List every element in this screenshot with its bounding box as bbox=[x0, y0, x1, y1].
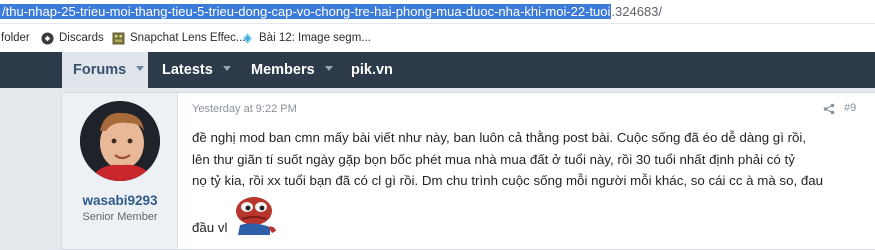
avatar[interactable] bbox=[80, 101, 160, 181]
nav-tab-label: Members bbox=[251, 62, 315, 78]
nav-tab-label: Forums bbox=[73, 62, 127, 78]
url-rest-text: .324683/ bbox=[611, 4, 663, 19]
post-user-panel: wasabi9293 Senior Member bbox=[62, 93, 178, 249]
post-text-line: đề nghị mod ban cmn mấy bài viết như này… bbox=[192, 130, 807, 145]
pepe-emoji-icon bbox=[236, 197, 276, 235]
nav-tab-pik[interactable]: pik.vn bbox=[351, 52, 393, 88]
bookmark-label: Snapchat Lens Effec... bbox=[130, 32, 246, 44]
bookmark-label: Discards bbox=[59, 32, 104, 44]
discards-icon bbox=[41, 31, 54, 45]
post-text-line: lên thư giãn tí suốt ngày gặp bọn bốc ph… bbox=[192, 151, 795, 167]
nav-tab-label: Latests bbox=[162, 62, 213, 78]
user-title: Senior Member bbox=[82, 211, 158, 223]
post-timestamp[interactable]: Yesterday at 9:22 PM bbox=[192, 103, 297, 115]
bookmarks-bar: folder Discards Snapchat Lens Effec... B… bbox=[0, 24, 875, 52]
bookmark-folder[interactable]: folder bbox=[1, 29, 30, 47]
avatar-image bbox=[80, 101, 160, 181]
post-number[interactable]: #9 bbox=[844, 102, 856, 114]
bookmark-discards[interactable]: Discards bbox=[41, 29, 104, 47]
chevron-down-icon[interactable] bbox=[324, 66, 333, 71]
url-selected-text: /thu-nhap-25-trieu-moi-thang-tieu-5-trie… bbox=[0, 4, 612, 19]
post-body: đề nghị mod ban cmn mấy bài viết như này… bbox=[192, 127, 872, 192]
url-text[interactable]: /thu-nhap-25-trieu-moi-thang-tieu-5-trie… bbox=[0, 3, 662, 21]
share-icon[interactable] bbox=[823, 103, 835, 115]
chevron-down-icon[interactable] bbox=[222, 66, 231, 71]
nav-tab-forums[interactable]: Forums bbox=[62, 52, 148, 88]
snapchat-lens-icon bbox=[112, 31, 125, 45]
post-text-line: đầu vl bbox=[192, 220, 228, 235]
username[interactable]: wasabi9293 bbox=[62, 193, 178, 208]
address-bar[interactable]: /thu-nhap-25-trieu-moi-thang-tieu-5-trie… bbox=[0, 0, 875, 24]
post-message: wasabi9293 Senior Member Yesterday at 9:… bbox=[61, 92, 875, 250]
nav-tab-label: pik.vn bbox=[351, 62, 393, 78]
chevron-down-icon[interactable] bbox=[136, 66, 145, 71]
post-last-line: đầu vl bbox=[192, 191, 492, 239]
post-text-line: nọ tỷ kia, rồi xx tuổi bạn đã có cl gì r… bbox=[192, 173, 824, 188]
nav-tab-latests[interactable]: Latests bbox=[162, 52, 231, 88]
bookmark-snapchat-lens[interactable]: Snapchat Lens Effec... bbox=[112, 29, 246, 47]
bookmark-label: Bài 12: Image segm... bbox=[259, 32, 371, 44]
bookmark-lesson[interactable]: Bài 12: Image segm... bbox=[241, 29, 371, 47]
lesson-icon bbox=[242, 32, 253, 44]
forum-navigation: Forums Latests Members pik.vn bbox=[0, 52, 875, 88]
bookmark-label: folder bbox=[1, 32, 30, 44]
nav-tab-members[interactable]: Members bbox=[251, 52, 333, 88]
